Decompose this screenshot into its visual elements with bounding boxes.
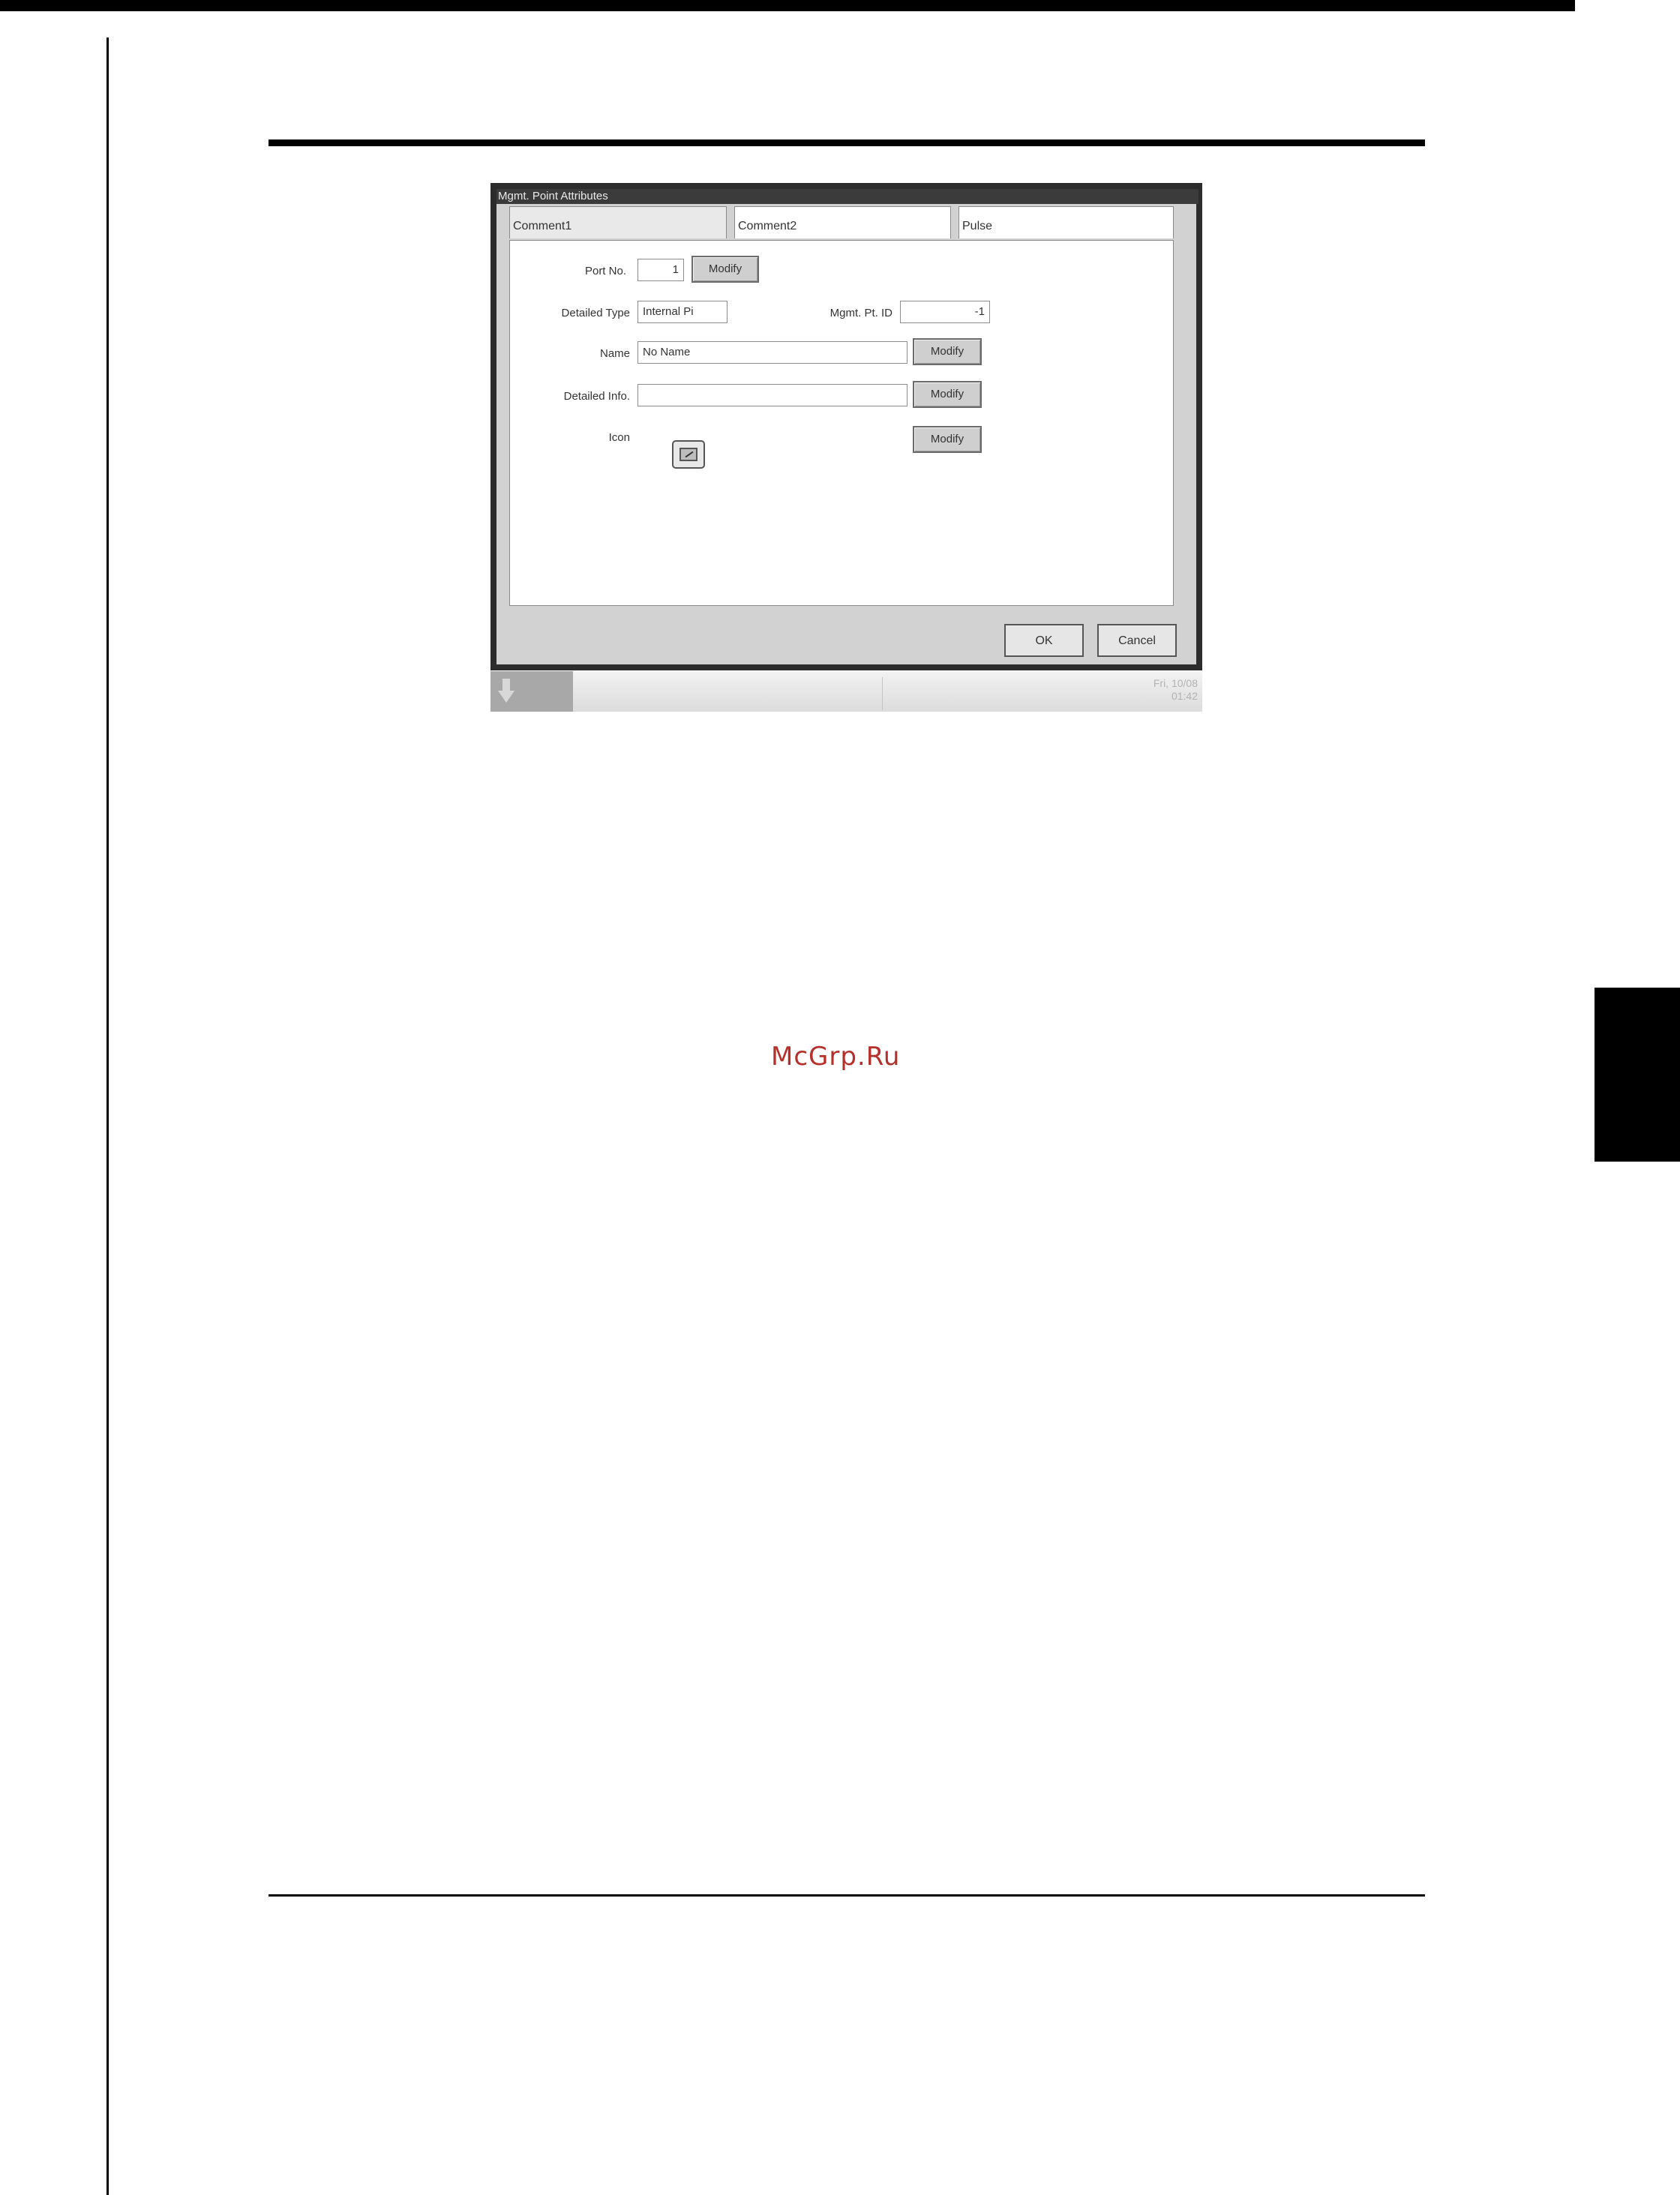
icon-label: Icon — [608, 431, 630, 444]
tab-comment1[interactable]: Comment1 — [509, 206, 727, 238]
tab-label: Comment1 — [513, 220, 572, 232]
tab-pulse[interactable]: Pulse — [958, 206, 1174, 238]
ok-button[interactable]: OK — [1004, 624, 1084, 657]
tab-comment2[interactable]: Comment2 — [734, 206, 951, 238]
detailed-type-field[interactable]: Internal Pi — [638, 301, 728, 323]
mgmt-pt-id-field[interactable]: -1 — [900, 301, 990, 323]
dialog-body: Comment1 Comment2 Pulse Port No. 1 Modif… — [496, 204, 1196, 664]
taskbar: Fri, 10/08 01:42 — [490, 671, 1202, 712]
tab-panel: Port No. 1 Modify Detailed Type Internal… — [509, 240, 1174, 606]
detailed-info-modify-button[interactable]: Modify — [913, 381, 982, 408]
icon-modify-button[interactable]: Modify — [913, 426, 982, 453]
section-rule-top — [268, 139, 1425, 146]
name-field[interactable]: No Name — [638, 341, 908, 364]
clock-day: Fri, 10/08 — [1153, 677, 1198, 689]
name-modify-button[interactable]: Modify — [913, 338, 982, 365]
page-left-rule — [106, 37, 109, 2195]
taskbar-clock: Fri, 10/08 01:42 — [1154, 677, 1198, 703]
detailed-info-label: Detailed Info. — [563, 390, 630, 403]
port-no-field[interactable]: 1 — [638, 259, 684, 281]
cancel-button[interactable]: Cancel — [1097, 624, 1177, 657]
screenshot-window: Mgmt. Point Attributes Comment1 Comment2… — [490, 183, 1202, 712]
edit-icon[interactable] — [672, 440, 705, 469]
detailed-info-field[interactable] — [638, 384, 908, 406]
name-label: Name — [599, 347, 630, 360]
watermark: McGrp.Ru — [771, 1042, 901, 1072]
dialog-frame: Mgmt. Point Attributes Comment1 Comment2… — [490, 183, 1202, 670]
detailed-type-label: Detailed Type — [561, 307, 630, 319]
down-arrow-icon — [498, 679, 514, 704]
dialog-title: Mgmt. Point Attributes — [496, 189, 1198, 204]
taskbar-menu-button[interactable] — [490, 671, 573, 712]
chapter-side-tab — [1594, 988, 1680, 1162]
taskbar-separator — [882, 677, 883, 710]
mgmt-pt-id-label: Mgmt. Pt. ID — [830, 307, 892, 319]
section-rule-bottom — [268, 1894, 1425, 1897]
page-top-bar — [0, 0, 1575, 11]
clock-time: 01:42 — [1171, 690, 1198, 702]
tab-label: Pulse — [962, 220, 993, 232]
tab-label: Comment2 — [738, 220, 797, 232]
port-no-modify-button[interactable]: Modify — [692, 256, 759, 283]
port-no-label: Port No. — [584, 265, 626, 277]
